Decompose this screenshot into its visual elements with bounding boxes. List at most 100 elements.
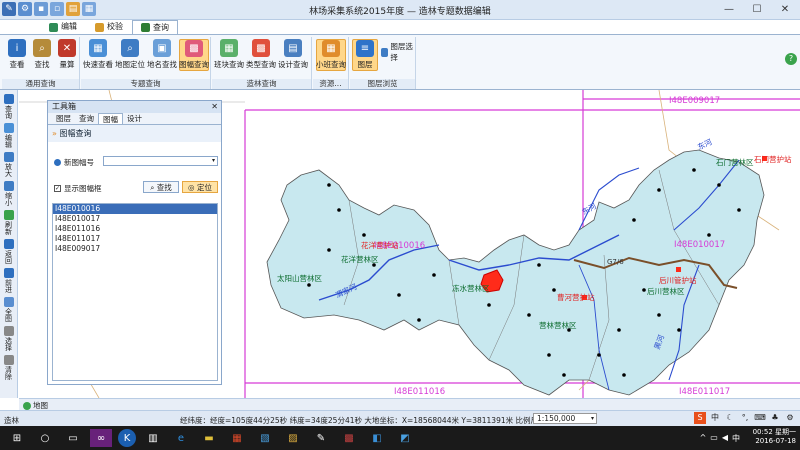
side-zoom-in[interactable]: 放大 <box>0 152 17 177</box>
place-icon: ▣ <box>153 39 171 57</box>
group-afforestation-query: ▦ 班块查询 ▩ 类型查询 ▤ 设计查询 造林查询 <box>212 37 312 89</box>
volume-icon[interactable]: ◀ <box>722 433 728 444</box>
side-clear[interactable]: 清除 <box>0 355 17 380</box>
view-button[interactable]: i 查看 <box>4 39 30 70</box>
store-icon[interactable]: ▦ <box>226 429 248 447</box>
side-refresh[interactable]: 刷新 <box>0 210 17 235</box>
explorer-icon[interactable]: ▬ <box>198 429 220 447</box>
station-marker[interactable] <box>676 267 681 272</box>
layer-select-button[interactable]: 图层选择 <box>381 41 415 63</box>
keyboard-icon[interactable]: ⌨ <box>754 412 766 424</box>
ruler-icon: ✕ <box>58 39 76 57</box>
tab-query[interactable]: 查询 <box>132 20 178 34</box>
side-edit[interactable]: 编辑 <box>0 123 17 148</box>
clear-icon <box>3 355 14 365</box>
minimize-button[interactable]: — <box>718 2 740 17</box>
block-query-button[interactable]: ▦ 班块查询 <box>214 39 244 70</box>
maximize-button[interactable]: ☐ <box>746 2 768 17</box>
map-locate-button[interactable]: ⌕ 地图定位 <box>115 39 145 70</box>
list-item[interactable]: I48E010016 <box>53 204 217 214</box>
region-label: 花洋营林区 <box>341 254 379 264</box>
side-forward[interactable]: 前进 <box>0 268 17 293</box>
side-query[interactable]: 查询 <box>0 94 17 119</box>
side-back[interactable]: 返回 <box>0 239 17 264</box>
k-app-icon[interactable]: K <box>118 429 136 447</box>
map-sheet-query-button[interactable]: ▩ 图幅查询 <box>179 39 209 71</box>
layer-button[interactable]: ≡ 图层 <box>352 39 378 71</box>
status-user: 造林 <box>4 416 19 425</box>
road-label: G7/6 <box>607 258 624 266</box>
list-item[interactable]: I48E009017 <box>53 244 217 254</box>
close-icon[interactable]: ✕ <box>211 101 218 113</box>
app-icon-window[interactable]: ◧ <box>366 429 388 447</box>
network-icon[interactable]: ▭ <box>710 433 718 444</box>
ime-tray[interactable]: 中 <box>732 433 740 444</box>
moon-icon[interactable]: ☾ <box>724 412 736 424</box>
punctuation-icon[interactable]: °, <box>739 412 751 424</box>
side-zoom-out[interactable]: 缩小 <box>0 181 17 206</box>
paint-icon[interactable]: ✎ <box>310 429 332 447</box>
search-icon[interactable]: ○ <box>34 429 56 447</box>
charts-icon[interactable]: ▥ <box>142 429 164 447</box>
map-sheet-list[interactable]: I48E010016 I48E010017 I48E011016 I48E011… <box>52 203 218 381</box>
app-icon-blue[interactable]: ▧ <box>254 429 276 447</box>
tab-map-sheet[interactable]: 图幅 <box>98 113 123 124</box>
skin-icon[interactable]: ♣ <box>769 412 781 424</box>
grid-label: I48E011017 <box>679 387 730 397</box>
close-button[interactable]: ✕ <box>774 2 796 17</box>
app-icon-red[interactable]: ▩ <box>338 429 360 447</box>
toolbox-panel: 工具箱 ✕ 图层 查询 图幅 设计 » 图幅查询 新图幅号 ▾ ✓ 显示图幅框 ⌕ … <box>47 100 222 385</box>
region-label: 太阳山营林区 <box>277 273 322 283</box>
map-tab-bar: 地图 <box>19 398 800 410</box>
task-view-icon[interactable]: ▭ <box>62 429 84 447</box>
help-icon[interactable]: ? <box>785 53 797 65</box>
checkbox-icon[interactable]: ✓ <box>54 185 61 192</box>
map-number-option[interactable]: 新图幅号 <box>54 157 94 168</box>
scale-select[interactable]: 1:150,000 ▾ <box>533 413 597 424</box>
app-icon-yellow[interactable]: ▨ <box>282 429 304 447</box>
station-label: 花洋营护站 <box>361 240 399 250</box>
edit-icon <box>49 22 58 32</box>
status-coordinates: 经纬度：经度=105度44分25秒 纬度=34度25分41秒 大地坐标：X=18… <box>180 416 538 425</box>
list-item[interactable]: I48E011016 <box>53 224 217 234</box>
start-icon[interactable]: ⊞ <box>6 429 28 447</box>
radio-icon[interactable] <box>54 159 61 166</box>
design-query-button[interactable]: ▤ 设计查询 <box>278 39 308 70</box>
block-icon: ▦ <box>220 39 238 57</box>
ime-toolbar: S 中 ☾ °, ⌨ ♣ ⚙ <box>694 412 796 424</box>
group-topic-query: ▦ 快速查看 ⌕ 地图定位 ▣ 地名查找 ▩ 图幅查询 专题查询 <box>81 37 211 89</box>
list-item[interactable]: I48E010017 <box>53 214 217 224</box>
gis-app-icon[interactable]: ◩ <box>394 429 416 447</box>
visual-studio-icon[interactable]: ∞ <box>90 429 112 447</box>
taskbar: ⊞ ○ ▭ ∞ K ▥ e ▬ ▦ ▧ ▨ ✎ ▩ ◧ ◩ ^ ▭ ◀ 中 00… <box>0 426 800 450</box>
locate-button[interactable]: ◎ 定位 <box>182 181 218 193</box>
group-resource: ▦ 小班查询 资源... <box>313 37 349 89</box>
tab-query[interactable]: 查询 <box>75 113 98 124</box>
edge-icon[interactable]: e <box>170 429 192 447</box>
find-button[interactable]: ⌕ 查找 <box>29 39 55 70</box>
tab-layer[interactable]: 图层 <box>52 113 75 124</box>
show-frame-checkbox[interactable]: ✓ 显示图幅框 <box>54 183 102 194</box>
quick-view-button[interactable]: ▦ 快速查看 <box>83 39 113 70</box>
tab-design[interactable]: 设计 <box>123 113 146 124</box>
forest-area <box>266 149 765 396</box>
status-bar: 造林 经纬度：经度=105度44分25秒 纬度=34度25分41秒 大地坐标：X… <box>0 410 800 426</box>
up-arrow-icon[interactable]: ^ <box>700 433 707 444</box>
place-name-button[interactable]: ▣ 地名查找 <box>147 39 177 70</box>
subcompartment-query-button[interactable]: ▦ 小班查询 <box>316 39 346 71</box>
tab-edit[interactable]: 编辑 <box>40 20 86 34</box>
measure-button[interactable]: ✕ 量算 <box>54 39 80 70</box>
tools-icon[interactable]: ⚙ <box>784 412 796 424</box>
type-query-button[interactable]: ▩ 类型查询 <box>246 39 276 70</box>
clock[interactable]: 00:52 星期一 2016-07-18 <box>753 428 796 446</box>
side-select[interactable]: 选择 <box>0 326 17 351</box>
grid-label: I48E011016 <box>394 387 445 397</box>
subcompartment-icon: ▦ <box>322 40 340 57</box>
ime-mode[interactable]: 中 <box>709 412 721 424</box>
ime-logo-icon[interactable]: S <box>694 412 706 424</box>
side-full-extent[interactable]: 全图 <box>0 297 17 322</box>
find-button[interactable]: ⌕ 查找 <box>143 181 179 193</box>
map-number-select[interactable]: ▾ <box>103 156 218 166</box>
tab-verify[interactable]: 校验 <box>86 20 132 34</box>
list-item[interactable]: I48E011017 <box>53 234 217 244</box>
